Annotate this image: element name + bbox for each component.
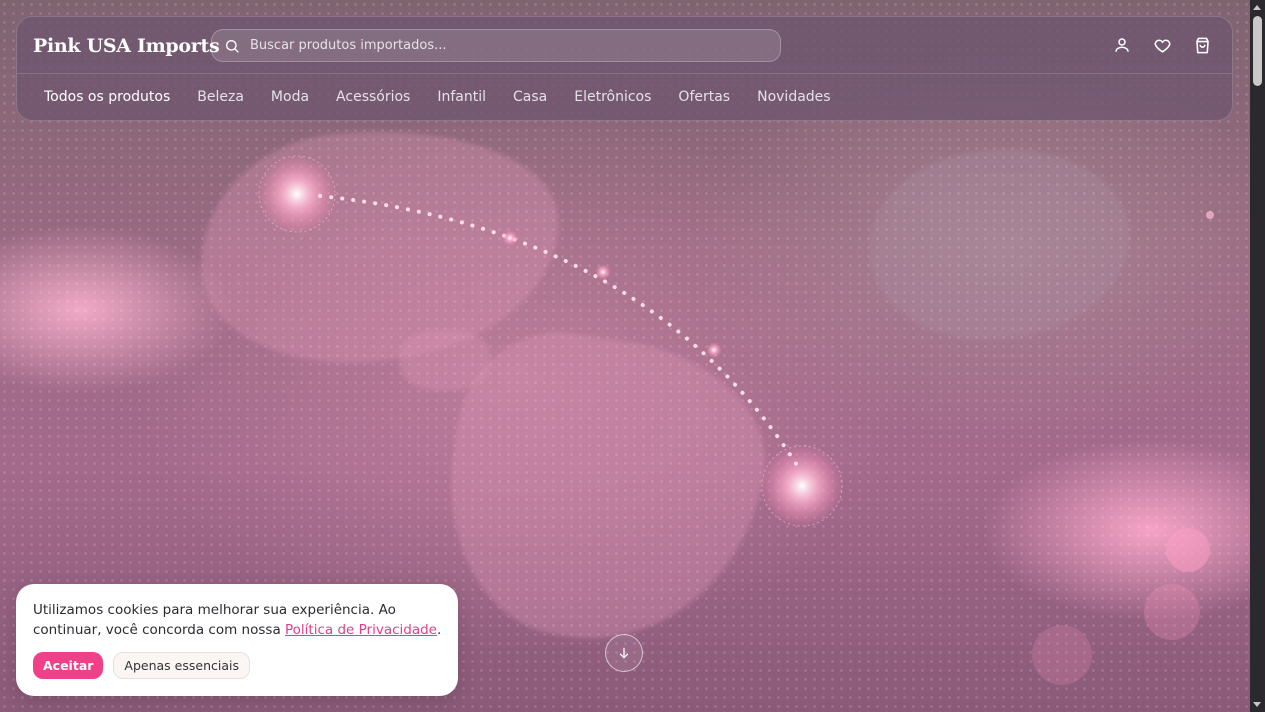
cookie-message: Utilizamos cookies para melhorar sua exp… [33,600,442,640]
header-divider [17,73,1232,74]
bokeh-light [1166,528,1210,572]
page: Pink USA Imports Buscar produtos importa… [0,0,1265,712]
route-point [595,264,611,280]
arrow-down-icon [619,647,629,659]
header-actions [1112,35,1212,55]
bokeh-light [1144,584,1200,640]
nav-item-ofertas[interactable]: Ofertas [678,89,730,105]
cookie-banner: Utilizamos cookies para melhorar sua exp… [16,584,458,696]
nav-item-todos[interactable]: Todos os produtos [44,89,170,105]
user-icon[interactable] [1112,35,1132,55]
nav-item-novidades[interactable]: Novidades [757,89,830,105]
route-point [706,342,722,358]
nav-item-casa[interactable]: Casa [513,89,547,105]
route-path [318,194,802,472]
scroll-up-arrow[interactable] [1253,5,1261,10]
search-icon [226,39,239,53]
scroll-down-button[interactable] [605,634,643,672]
scrollbar-thumb[interactable] [1253,16,1262,86]
shopping-bag-icon[interactable] [1192,35,1212,55]
heart-icon[interactable] [1152,35,1172,55]
essential-cookies-button[interactable]: Apenas essenciais [113,652,250,679]
origin-glow [257,154,337,234]
accept-cookies-button[interactable]: Aceitar [33,652,104,679]
search-bar[interactable] [211,29,781,62]
page-scrollbar[interactable] [1250,0,1265,712]
bokeh-light [1032,625,1092,685]
cookie-text-end: . [437,622,442,638]
search-input[interactable] [248,37,752,54]
brand-logo[interactable]: Pink USA Imports [33,35,220,57]
privacy-policy-link[interactable]: Política de Privacidade [285,622,437,638]
site-header: Pink USA Imports Buscar produtos importa… [16,16,1233,121]
nav-item-infantil[interactable]: Infantil [437,89,486,105]
scroll-down-arrow[interactable] [1253,702,1261,707]
bokeh-light [1206,211,1214,219]
nav-item-moda[interactable]: Moda [271,89,309,105]
nav-item-beleza[interactable]: Beleza [197,89,244,105]
destination-glow [760,444,844,528]
route-point [502,230,518,246]
nav-item-acessorios[interactable]: Acessórios [336,89,410,105]
nav-item-eletronicos[interactable]: Eletrônicos [574,89,651,105]
cookie-actions: Aceitar Apenas essenciais [33,652,442,679]
category-nav: Todos os produtos Beleza Moda Acessórios… [44,89,858,105]
